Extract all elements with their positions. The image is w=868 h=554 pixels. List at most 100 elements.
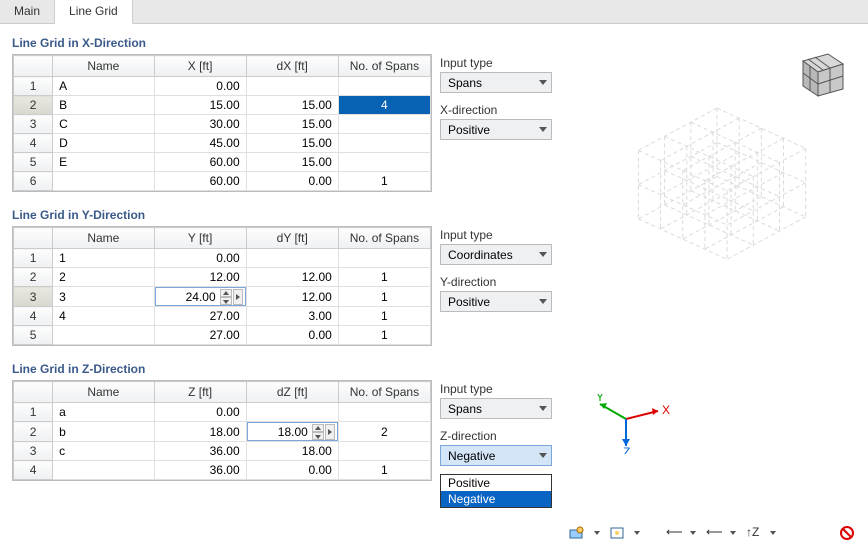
cell-delta[interactable]: 12.00: [246, 287, 338, 307]
cell-name[interactable]: b: [53, 422, 154, 442]
col-header[interactable]: dX [ft]: [246, 56, 338, 77]
cell-name[interactable]: 3: [53, 287, 154, 307]
row-number[interactable]: 6: [14, 172, 53, 191]
col-header[interactable]: No. of Spans: [338, 56, 430, 77]
show-grid-button[interactable]: [604, 521, 630, 545]
row-number[interactable]: 1: [14, 249, 53, 268]
cell-value[interactable]: 12.00: [154, 268, 246, 287]
z-axis-button[interactable]: ↑Z: [740, 521, 766, 545]
cell-value[interactable]: 18.00: [154, 422, 246, 442]
row-number[interactable]: 4: [14, 307, 53, 326]
view-mode-dropdown[interactable]: [592, 521, 602, 545]
cell-name[interactable]: C: [53, 115, 154, 134]
cell-delta[interactable]: [246, 403, 338, 422]
cell-name[interactable]: [53, 461, 154, 480]
tab-main[interactable]: Main: [0, 0, 55, 23]
cell-spans[interactable]: 1: [338, 268, 430, 287]
cell-name[interactable]: 2: [53, 268, 154, 287]
cell-value[interactable]: 60.00: [154, 172, 246, 191]
cell-name[interactable]: [53, 172, 154, 191]
cell-value[interactable]: 15.00: [154, 96, 246, 115]
x-axis-dropdown[interactable]: [688, 521, 698, 545]
cell-spans[interactable]: [338, 115, 430, 134]
direction-combo-y[interactable]: Positive: [440, 291, 552, 312]
cell-name[interactable]: c: [53, 442, 154, 461]
direction-dropdown-z[interactable]: PositiveNegative: [440, 474, 552, 508]
preview-3d[interactable]: X Y Z: [566, 34, 858, 514]
input-type-combo-z[interactable]: Spans: [440, 398, 552, 419]
cell-value[interactable]: 30.00: [154, 115, 246, 134]
direction-combo-x[interactable]: Positive: [440, 119, 552, 140]
row-number[interactable]: 3: [14, 442, 53, 461]
cell-spans[interactable]: [338, 249, 430, 268]
cell-value[interactable]: 27.00: [154, 307, 246, 326]
cell-value[interactable]: 45.00: [154, 134, 246, 153]
spin-more[interactable]: [233, 289, 243, 305]
cell-delta[interactable]: 15.00: [246, 115, 338, 134]
cell-delta[interactable]: 0.00: [246, 172, 338, 191]
row-number[interactable]: 3: [14, 287, 53, 307]
col-header[interactable]: Name: [53, 228, 154, 249]
cell-name[interactable]: 4: [53, 307, 154, 326]
spin-more[interactable]: [325, 424, 335, 440]
row-number[interactable]: 1: [14, 77, 53, 96]
cell-value[interactable]: 36.00: [154, 461, 246, 480]
cell-spans[interactable]: 1: [338, 287, 430, 307]
spin-down[interactable]: [312, 432, 324, 440]
cell-delta[interactable]: 15.00: [246, 134, 338, 153]
cell-spans[interactable]: [338, 403, 430, 422]
cell-value[interactable]: 27.00: [154, 326, 246, 345]
row-number[interactable]: 2: [14, 268, 53, 287]
col-header[interactable]: dY [ft]: [246, 228, 338, 249]
col-header[interactable]: dZ [ft]: [246, 382, 338, 403]
direction-combo-z[interactable]: Negative: [440, 445, 552, 466]
row-number[interactable]: 5: [14, 326, 53, 345]
row-number[interactable]: 2: [14, 422, 53, 442]
input-type-combo-x[interactable]: Spans: [440, 72, 552, 93]
col-header[interactable]: No. of Spans: [338, 382, 430, 403]
cell-delta[interactable]: 18.00: [246, 442, 338, 461]
cell-delta[interactable]: 12.00: [246, 268, 338, 287]
spin-down[interactable]: [220, 297, 232, 305]
cell-spans[interactable]: 4: [338, 96, 430, 115]
cell-value[interactable]: 0.00: [154, 77, 246, 96]
cell-spans[interactable]: 1: [338, 461, 430, 480]
cell-name[interactable]: D: [53, 134, 154, 153]
row-number[interactable]: 4: [14, 461, 53, 480]
grid-y[interactable]: NameY [ft]dY [ft]No. of Spans110.002212.…: [12, 226, 432, 346]
cell-spans[interactable]: 2: [338, 422, 430, 442]
cell-delta[interactable]: [246, 249, 338, 268]
reset-view-button[interactable]: [834, 521, 860, 545]
cell-name[interactable]: [53, 326, 154, 345]
z-axis-dropdown[interactable]: [768, 521, 778, 545]
dropdown-option[interactable]: Negative: [441, 491, 551, 507]
cell-name[interactable]: B: [53, 96, 154, 115]
show-grid-dropdown[interactable]: [632, 521, 642, 545]
cell-spans[interactable]: 1: [338, 307, 430, 326]
spin-up[interactable]: [312, 424, 324, 432]
cell-delta-spin[interactable]: 18.00: [246, 422, 338, 442]
grid-z[interactable]: NameZ [ft]dZ [ft]No. of Spans1a0.002b18.…: [12, 380, 432, 481]
grid-x[interactable]: NameX [ft]dX [ft]No. of Spans1A0.002B15.…: [12, 54, 432, 192]
col-header[interactable]: Name: [53, 382, 154, 403]
cell-delta[interactable]: 0.00: [246, 326, 338, 345]
cell-spans[interactable]: [338, 153, 430, 172]
col-header[interactable]: Z [ft]: [154, 382, 246, 403]
cell-name[interactable]: E: [53, 153, 154, 172]
input-type-combo-y[interactable]: Coordinates: [440, 244, 552, 265]
cell-delta[interactable]: [246, 77, 338, 96]
col-header[interactable]: Y [ft]: [154, 228, 246, 249]
cell-spans[interactable]: 1: [338, 326, 430, 345]
cell-spans[interactable]: [338, 77, 430, 96]
cell-spans[interactable]: [338, 134, 430, 153]
cell-value[interactable]: 60.00: [154, 153, 246, 172]
dropdown-option[interactable]: Positive: [441, 475, 551, 491]
view-mode-button[interactable]: [564, 521, 590, 545]
cell-spans[interactable]: 1: [338, 172, 430, 191]
cell-name[interactable]: A: [53, 77, 154, 96]
cell-value[interactable]: 0.00: [154, 249, 246, 268]
cell-name[interactable]: 1: [53, 249, 154, 268]
cell-name[interactable]: a: [53, 403, 154, 422]
cell-value[interactable]: 0.00: [154, 403, 246, 422]
cell-delta[interactable]: 15.00: [246, 153, 338, 172]
